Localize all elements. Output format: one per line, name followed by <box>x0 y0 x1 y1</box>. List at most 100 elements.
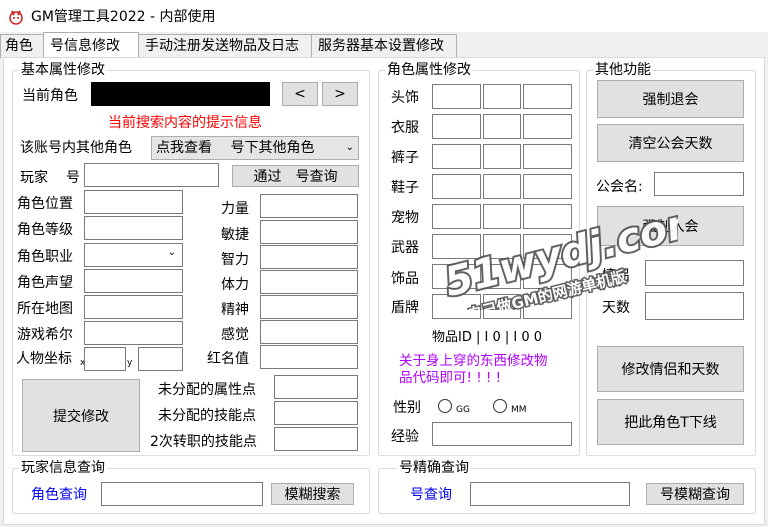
item-slot-input[interactable] <box>523 234 572 259</box>
item-slot-input[interactable] <box>432 204 481 229</box>
slot-label-headwear: 头饰 <box>391 90 419 106</box>
item-slot-input[interactable] <box>523 144 572 169</box>
strength-input[interactable] <box>260 194 358 218</box>
sense-input[interactable] <box>260 320 358 344</box>
field-label-strength: 力量 <box>221 201 249 217</box>
spirit-input[interactable] <box>260 295 358 319</box>
fuzzy-search-button[interactable]: 模糊搜索 <box>271 483 354 505</box>
role-attributes-legend: 角色属性修改 <box>385 61 473 79</box>
field-label-sense: 感觉 <box>221 327 249 343</box>
tab-server-settings[interactable]: 服务器基本设置修改 <box>311 34 457 58</box>
item-slot-input[interactable] <box>483 144 521 169</box>
tab-register-send-items[interactable]: 手动注册发送物品及日志 <box>138 34 312 58</box>
item-slot-input[interactable] <box>523 84 572 109</box>
role-query-label: 角色查询 <box>31 487 87 503</box>
gender-mm-radio[interactable] <box>493 399 507 413</box>
gender-mm-label: MM <box>511 405 527 415</box>
guild-name-input[interactable] <box>654 172 744 196</box>
item-slot-input[interactable] <box>523 264 572 289</box>
clear-guild-days-button[interactable]: 清空公会天数 <box>597 124 744 162</box>
map-input[interactable] <box>84 295 183 319</box>
role-reputation-input[interactable] <box>84 269 183 293</box>
item-slot-input[interactable] <box>432 174 481 199</box>
days-label: 天数 <box>602 300 630 316</box>
query-by-account-button[interactable]: 通过 号查询 <box>232 165 359 187</box>
role-job-select[interactable]: ⌄ <box>84 243 183 267</box>
other-roles-button-label: 点我查看 <box>156 140 212 156</box>
game-currency-input[interactable] <box>84 321 183 345</box>
item-note-line1: 关于身上穿的东西修改物 <box>399 353 548 369</box>
next-role-button[interactable]: > <box>322 82 358 106</box>
field-label-role-reputation: 角色声望 <box>17 275 73 291</box>
item-slot-input[interactable] <box>483 264 521 289</box>
player-account-input[interactable] <box>84 163 219 187</box>
unassigned-attr-points-input[interactable] <box>274 375 358 399</box>
second-job-skill-points-input[interactable] <box>274 427 358 451</box>
chevron-down-icon: ⌄ <box>345 142 354 153</box>
account-fuzzy-query-button[interactable]: 号模糊查询 <box>646 483 744 505</box>
unassigned-skill-points-input[interactable] <box>274 401 358 425</box>
field-label-role-level: 角色等级 <box>17 222 73 238</box>
account-query-label: 号查询 <box>410 487 452 503</box>
player-query-legend: 玩家信息查询 <box>19 459 107 477</box>
app-icon <box>7 7 25 25</box>
item-slot-input[interactable] <box>483 114 521 139</box>
slot-label-accessory: 饰品 <box>391 271 419 287</box>
coord-x-input[interactable] <box>84 347 126 371</box>
item-slot-input[interactable] <box>432 144 481 169</box>
item-slot-input[interactable] <box>523 114 572 139</box>
slot-label-pants: 裤子 <box>391 150 419 166</box>
exp-input[interactable] <box>432 422 572 446</box>
item-slot-input[interactable] <box>483 174 521 199</box>
field-label-map: 所在地图 <box>17 301 73 317</box>
item-slot-input[interactable] <box>483 204 521 229</box>
coord-y-input[interactable] <box>138 347 183 371</box>
player-label: 玩家 <box>20 170 48 186</box>
field-label-role-position: 角色位置 <box>17 196 73 212</box>
tab-role[interactable]: 角色 <box>0 34 44 58</box>
item-slot-input[interactable] <box>432 84 481 109</box>
modify-partner-days-button[interactable]: 修改情侣和天数 <box>597 346 744 392</box>
submit-changes-button[interactable]: 提交修改 <box>22 379 140 452</box>
item-slot-input[interactable] <box>523 294 572 319</box>
query-button-text-2: 号查询 <box>295 169 338 185</box>
item-slot-input[interactable] <box>432 114 481 139</box>
current-role-display <box>91 82 270 106</box>
gender-gg-label: GG <box>456 405 470 415</box>
item-slot-input[interactable] <box>483 294 521 319</box>
item-slot-input[interactable] <box>483 84 521 109</box>
other-roles-dropdown[interactable]: 点我查看 号下其他角色 ⌄ <box>151 136 359 160</box>
prev-role-button[interactable]: < <box>282 82 318 106</box>
field-label-intelligence: 智力 <box>221 252 249 268</box>
slot-label-shield: 盾牌 <box>391 300 419 316</box>
field-label-game-currency: 游戏希尔 <box>17 327 73 343</box>
item-slot-input[interactable] <box>432 294 481 319</box>
role-query-input[interactable] <box>101 482 263 506</box>
field-label-role-job: 角色职业 <box>17 249 73 265</box>
exact-query-legend: 号精确查询 <box>397 459 471 477</box>
kick-role-offline-button[interactable]: 把此角色T下线 <box>597 399 744 445</box>
red-name-input[interactable] <box>260 345 358 369</box>
agility-input[interactable] <box>260 220 358 244</box>
force-join-guild-button[interactable]: 强制入会 <box>597 206 744 246</box>
gender-gg-radio[interactable] <box>438 399 452 413</box>
item-slot-input[interactable] <box>432 264 481 289</box>
second-job-skill-points-label: 2次转职的技能点 <box>150 434 257 450</box>
item-slot-input[interactable] <box>432 234 481 259</box>
field-label-agility: 敏捷 <box>221 227 249 243</box>
current-role-label: 当前角色 <box>22 88 78 104</box>
stamina-input[interactable] <box>260 270 358 294</box>
partner-input[interactable] <box>645 260 744 286</box>
tab-account-info[interactable]: 号信息修改 <box>43 32 139 58</box>
item-slot-input[interactable] <box>523 204 572 229</box>
intelligence-input[interactable] <box>260 245 358 269</box>
item-slot-input[interactable] <box>523 174 572 199</box>
days-input[interactable] <box>645 292 744 320</box>
role-position-input[interactable] <box>84 190 183 214</box>
item-note-line2: 品代码即可! ! ! ! <box>399 370 502 386</box>
account-query-input[interactable] <box>470 482 630 506</box>
role-level-input[interactable] <box>84 216 183 240</box>
item-slot-input[interactable] <box>483 234 521 259</box>
field-label-red-name: 红名值 <box>207 351 249 367</box>
force-leave-guild-button[interactable]: 强制退会 <box>597 80 744 118</box>
